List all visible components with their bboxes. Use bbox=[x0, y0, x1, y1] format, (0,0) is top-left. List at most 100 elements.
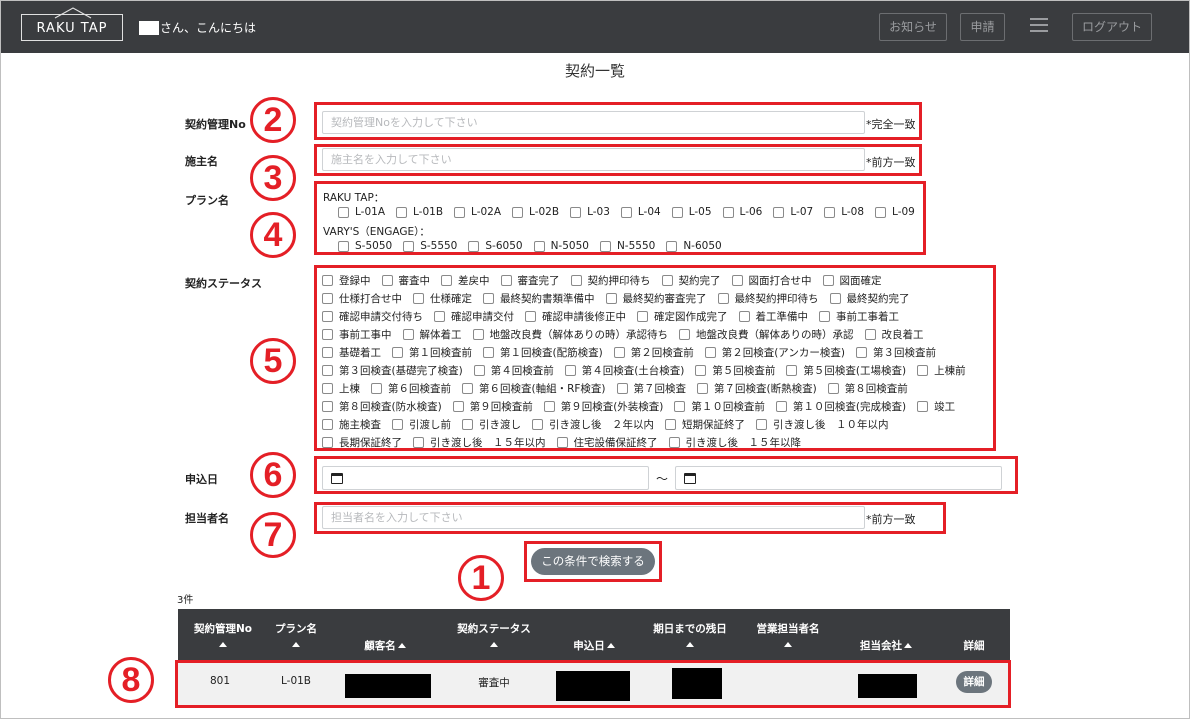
checkbox-icon[interactable] bbox=[855, 347, 867, 358]
status-option-checkbox[interactable]: 第１回検査(配筋検査) bbox=[483, 345, 603, 360]
checkbox-icon[interactable] bbox=[704, 347, 716, 358]
plan-option-checkbox[interactable]: N-6050 bbox=[666, 240, 722, 252]
checkbox-icon[interactable] bbox=[525, 311, 536, 322]
plan-option-checkbox[interactable]: L-04 bbox=[620, 206, 661, 218]
checkbox-icon[interactable] bbox=[322, 419, 333, 430]
status-option-checkbox[interactable]: 事前工事中 bbox=[322, 327, 392, 342]
column-customer-name[interactable]: 顧客名 bbox=[350, 638, 420, 653]
checkbox-icon[interactable] bbox=[462, 383, 473, 394]
status-option-checkbox[interactable]: 最終契約押印待ち bbox=[717, 291, 819, 306]
plan-option-checkbox[interactable]: S-5550 bbox=[403, 240, 457, 252]
checkbox-icon[interactable] bbox=[322, 275, 333, 286]
checkbox-icon[interactable] bbox=[665, 419, 676, 430]
checkbox-icon[interactable] bbox=[822, 275, 834, 286]
status-option-checkbox[interactable]: 第６回検査前 bbox=[371, 381, 451, 396]
checkbox-icon[interactable] bbox=[500, 275, 512, 286]
status-option-checkbox[interactable]: 引き渡し bbox=[462, 417, 521, 432]
checkbox-icon[interactable] bbox=[756, 419, 767, 430]
checkbox-icon[interactable] bbox=[613, 347, 625, 358]
status-option-checkbox[interactable]: 解体着工 bbox=[402, 327, 462, 342]
checkbox-icon[interactable] bbox=[671, 206, 683, 218]
status-option-checkbox[interactable]: 確認申請交付待ち bbox=[322, 309, 423, 324]
column-remaining-days[interactable]: 期日までの残日 bbox=[642, 621, 738, 647]
status-option-checkbox[interactable]: 改良着工 bbox=[864, 327, 924, 342]
hamburger-menu-icon[interactable] bbox=[1030, 18, 1048, 34]
plan-option-checkbox[interactable]: N-5050 bbox=[533, 240, 589, 252]
checkbox-icon[interactable] bbox=[483, 347, 494, 358]
plan-option-checkbox[interactable]: L-06 bbox=[722, 206, 762, 218]
status-option-checkbox[interactable]: 第３回検査(基礎完了検査) bbox=[322, 363, 463, 378]
status-option-checkbox[interactable]: 確認申請交付 bbox=[434, 309, 514, 324]
sort-asc-icon[interactable] bbox=[490, 642, 498, 647]
column-sales-staff[interactable]: 営業担当者名 bbox=[742, 621, 834, 647]
checkbox-icon[interactable] bbox=[473, 365, 485, 376]
apply-button[interactable]: 申請 bbox=[960, 13, 1005, 41]
status-option-checkbox[interactable]: 第１回検査前 bbox=[392, 345, 472, 360]
checkbox-icon[interactable] bbox=[731, 275, 743, 286]
owner-name-input[interactable]: 施主名を入力して下さい bbox=[322, 148, 865, 171]
checkbox-icon[interactable] bbox=[392, 419, 403, 430]
status-option-checkbox[interactable]: 短期保証終了 bbox=[665, 417, 745, 432]
checkbox-icon[interactable] bbox=[829, 293, 841, 304]
status-option-checkbox[interactable]: 図面打合せ中 bbox=[731, 273, 812, 288]
checkbox-icon[interactable] bbox=[338, 206, 349, 218]
plan-option-checkbox[interactable]: N-5550 bbox=[599, 240, 655, 252]
status-option-checkbox[interactable]: 第５回検査(工場検査) bbox=[786, 363, 906, 378]
status-option-checkbox[interactable]: 上棟 bbox=[322, 381, 360, 396]
status-option-checkbox[interactable]: 最終契約書類準備中 bbox=[483, 291, 595, 306]
status-option-checkbox[interactable]: 確認申請後修正中 bbox=[525, 309, 626, 324]
checkbox-icon[interactable] bbox=[637, 311, 648, 322]
status-option-checkbox[interactable]: 契約完了 bbox=[661, 273, 721, 288]
status-option-checkbox[interactable]: 第１０回検査前 bbox=[674, 399, 765, 414]
status-option-checkbox[interactable]: 審査完了 bbox=[500, 273, 560, 288]
sort-asc-icon[interactable] bbox=[606, 643, 615, 648]
status-option-checkbox[interactable]: 契約押印待ち bbox=[570, 273, 651, 288]
column-contract-no[interactable]: 契約管理No bbox=[178, 621, 268, 647]
checkbox-icon[interactable] bbox=[454, 206, 466, 218]
checkbox-icon[interactable] bbox=[441, 275, 452, 286]
checkbox-icon[interactable] bbox=[322, 329, 333, 340]
status-option-checkbox[interactable]: 第３回検査前 bbox=[855, 345, 936, 360]
status-option-checkbox[interactable]: 竣工 bbox=[917, 399, 955, 414]
checkbox-icon[interactable] bbox=[599, 240, 611, 252]
checkbox-icon[interactable] bbox=[775, 401, 787, 412]
checkbox-icon[interactable] bbox=[468, 240, 480, 252]
sort-asc-icon[interactable] bbox=[292, 642, 300, 647]
checkbox-icon[interactable] bbox=[462, 419, 473, 430]
status-option-checkbox[interactable]: 第９回検査(外装検査) bbox=[543, 399, 663, 414]
plan-option-checkbox[interactable]: L-01A bbox=[338, 206, 385, 218]
status-option-checkbox[interactable]: 引き渡し後 １５年以降 bbox=[668, 435, 801, 450]
checkbox-icon[interactable] bbox=[413, 437, 424, 448]
status-option-checkbox[interactable]: 最終契約完了 bbox=[829, 291, 910, 306]
checkbox-icon[interactable] bbox=[392, 347, 403, 358]
checkbox-icon[interactable] bbox=[371, 383, 382, 394]
checkbox-icon[interactable] bbox=[661, 275, 673, 286]
calendar-icon[interactable] bbox=[684, 473, 696, 484]
status-option-checkbox[interactable]: 第９回検査前 bbox=[452, 399, 533, 414]
checkbox-icon[interactable] bbox=[679, 329, 690, 340]
checkbox-icon[interactable] bbox=[668, 437, 680, 448]
contract-no-input[interactable]: 契約管理Noを入力して下さい bbox=[322, 111, 865, 134]
plan-option-checkbox[interactable]: L-02B bbox=[512, 206, 559, 218]
status-option-checkbox[interactable]: 地盤改良費（解体ありの時）承認 bbox=[679, 327, 854, 342]
column-apply-date[interactable]: 申込日 bbox=[560, 638, 628, 653]
checkbox-icon[interactable] bbox=[819, 311, 830, 322]
checkbox-icon[interactable] bbox=[396, 206, 407, 218]
checkbox-icon[interactable] bbox=[616, 383, 628, 394]
status-option-checkbox[interactable]: 住宅設備保証終了 bbox=[556, 435, 658, 450]
checkbox-icon[interactable] bbox=[483, 293, 494, 304]
plan-option-checkbox[interactable]: L-08 bbox=[824, 206, 864, 218]
status-option-checkbox[interactable]: 引き渡し後 ２年以内 bbox=[532, 417, 654, 432]
checkbox-icon[interactable] bbox=[532, 419, 543, 430]
status-option-checkbox[interactable]: 登録中 bbox=[322, 273, 371, 288]
sort-asc-icon[interactable] bbox=[686, 642, 694, 647]
checkbox-icon[interactable] bbox=[533, 240, 545, 252]
status-option-checkbox[interactable]: 第７回検査(断熱検査) bbox=[697, 381, 817, 396]
checkbox-icon[interactable] bbox=[786, 365, 798, 376]
status-option-checkbox[interactable]: 引渡し前 bbox=[392, 417, 451, 432]
checkbox-icon[interactable] bbox=[556, 437, 568, 448]
status-option-checkbox[interactable]: 引き渡し後 １０年以内 bbox=[756, 417, 889, 432]
search-button[interactable]: この条件で検索する bbox=[531, 548, 655, 575]
checkbox-icon[interactable] bbox=[381, 275, 393, 286]
sort-asc-icon[interactable] bbox=[784, 642, 792, 647]
